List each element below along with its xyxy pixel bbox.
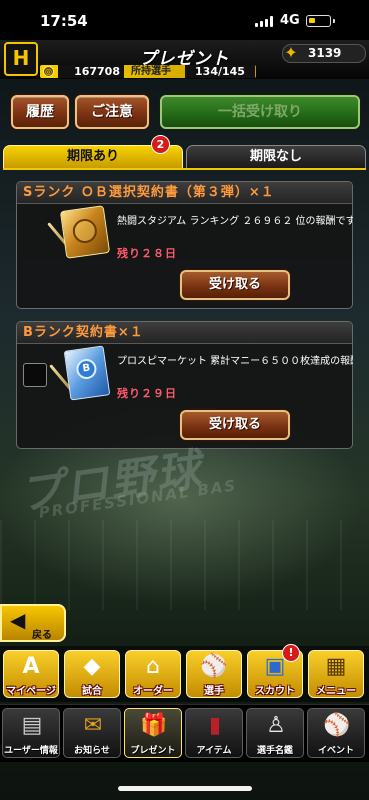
subnav-label: 選手名鑑 bbox=[256, 746, 293, 756]
gold-bat-icon: ✦ bbox=[284, 43, 298, 62]
present-title: Bランク契約書×１ bbox=[17, 322, 352, 344]
present-card: Sランク ＯＢ選択契約書（第３弾）×１ 熱闘スタジアム ランキング ２６９６２ … bbox=[16, 181, 353, 309]
players-value: 134/145 bbox=[185, 65, 255, 78]
present-description: プロスピマーケット 累計マニー６５００枚達成の報酬です。 bbox=[117, 356, 353, 367]
receive-button[interactable]: 受け取る bbox=[180, 270, 290, 300]
nav-mypage[interactable]: A マイページ bbox=[3, 650, 59, 698]
subnav-label: アイテム bbox=[196, 746, 232, 756]
event-icon: ⚾ bbox=[323, 713, 351, 738]
nav-order[interactable]: ⌂ オーダー bbox=[125, 650, 181, 698]
subnav-event[interactable]: ⚾ イベント bbox=[307, 708, 365, 758]
subnav-label: ユーザー情報 bbox=[4, 746, 58, 756]
currency-value: 3139 bbox=[308, 46, 342, 60]
nav-player[interactable]: ⚾ 選手 bbox=[186, 650, 242, 698]
nav-label: 選手 bbox=[204, 686, 224, 697]
tab-no-expiry[interactable]: 期限なし bbox=[186, 145, 366, 169]
status-bar: 17:54 4G bbox=[0, 0, 369, 40]
nav-label: スカウト bbox=[255, 686, 295, 697]
home-indicator[interactable] bbox=[118, 786, 252, 791]
present-remaining: 残り２９日 bbox=[117, 387, 177, 400]
present-remaining: 残り２８日 bbox=[117, 247, 177, 260]
coins-value: 167708 bbox=[58, 65, 124, 78]
gold-emblem-icon bbox=[71, 217, 99, 245]
present-icon: 🎁 bbox=[140, 713, 168, 738]
notice-button[interactable]: ご注意 bbox=[75, 95, 149, 129]
subnav-label: お知らせ bbox=[74, 746, 110, 756]
network-label: 4G bbox=[280, 13, 300, 28]
signal-icon bbox=[255, 16, 275, 27]
nav-label: マイページ bbox=[6, 686, 56, 697]
scout-alert-badge: ! bbox=[282, 644, 300, 662]
subnav-user-info[interactable]: ▤ ユーザー情報 bbox=[2, 708, 60, 758]
nav-menu[interactable]: ▦ メニュー bbox=[308, 650, 364, 698]
nav-label: 試合 bbox=[82, 686, 102, 697]
back-label: 戻る bbox=[32, 630, 52, 641]
user-info-icon: ▤ bbox=[21, 713, 43, 738]
select-checkbox[interactable] bbox=[23, 363, 47, 387]
subnav-player-directory[interactable]: ♙ 選手名鑑 bbox=[246, 708, 304, 758]
gold-contract-icon bbox=[59, 205, 111, 259]
item-icon: ▮ bbox=[208, 713, 222, 738]
mypage-icon: A bbox=[22, 654, 40, 679]
battery-level bbox=[309, 18, 315, 23]
subnav-present[interactable]: 🎁 プレゼント bbox=[124, 708, 182, 758]
battery-tip bbox=[333, 19, 335, 23]
status-time: 17:54 bbox=[40, 12, 88, 30]
subnav-label: プレゼント bbox=[130, 746, 176, 756]
player-directory-icon: ♙ bbox=[266, 713, 286, 738]
news-icon: ✉ bbox=[83, 713, 103, 738]
subnav-label: イベント bbox=[317, 746, 354, 756]
coin-icon: ◎ bbox=[43, 66, 54, 77]
tab-divider bbox=[3, 168, 366, 170]
back-arrow-icon: ◀ bbox=[10, 608, 26, 632]
game-icon: ◆ bbox=[83, 654, 101, 679]
header: H プレゼント ✦ 3139 ◎ 167708 所持選手 134/145 bbox=[0, 40, 369, 79]
nav-game[interactable]: ◆ 試合 bbox=[64, 650, 120, 698]
subnav-news[interactable]: ✉ お知らせ bbox=[63, 708, 121, 758]
menu-icon: ▦ bbox=[325, 654, 347, 679]
receive-all-button[interactable]: 一括受け取り bbox=[160, 95, 360, 129]
stadium-stands bbox=[0, 520, 369, 610]
blue-emblem-icon: B bbox=[75, 357, 98, 381]
subnav-item[interactable]: ▮ アイテム bbox=[185, 708, 243, 758]
history-button[interactable]: 履歴 bbox=[11, 95, 69, 129]
battery-icon bbox=[306, 15, 331, 27]
present-card: Bランク契約書×１ B プロスピマーケット 累計マニー６５００枚達成の報酬です。… bbox=[16, 321, 353, 449]
nav-label: オーダー bbox=[133, 686, 173, 697]
player-icon: ⚾ bbox=[200, 654, 228, 679]
order-icon: ⌂ bbox=[146, 654, 160, 679]
blue-contract-icon: B bbox=[63, 345, 111, 401]
nav-label: メニュー bbox=[316, 686, 356, 697]
players-label: 所持選手 bbox=[131, 66, 171, 77]
back-button[interactable]: ◀ 戻る bbox=[0, 604, 66, 642]
tab-count-badge: 2 bbox=[151, 135, 170, 154]
present-description: 熱闘スタジアム ランキング ２６９６２ 位の報酬です。 bbox=[117, 216, 353, 227]
present-title: Sランク ＯＢ選択契約書（第３弾）×１ bbox=[17, 182, 352, 204]
